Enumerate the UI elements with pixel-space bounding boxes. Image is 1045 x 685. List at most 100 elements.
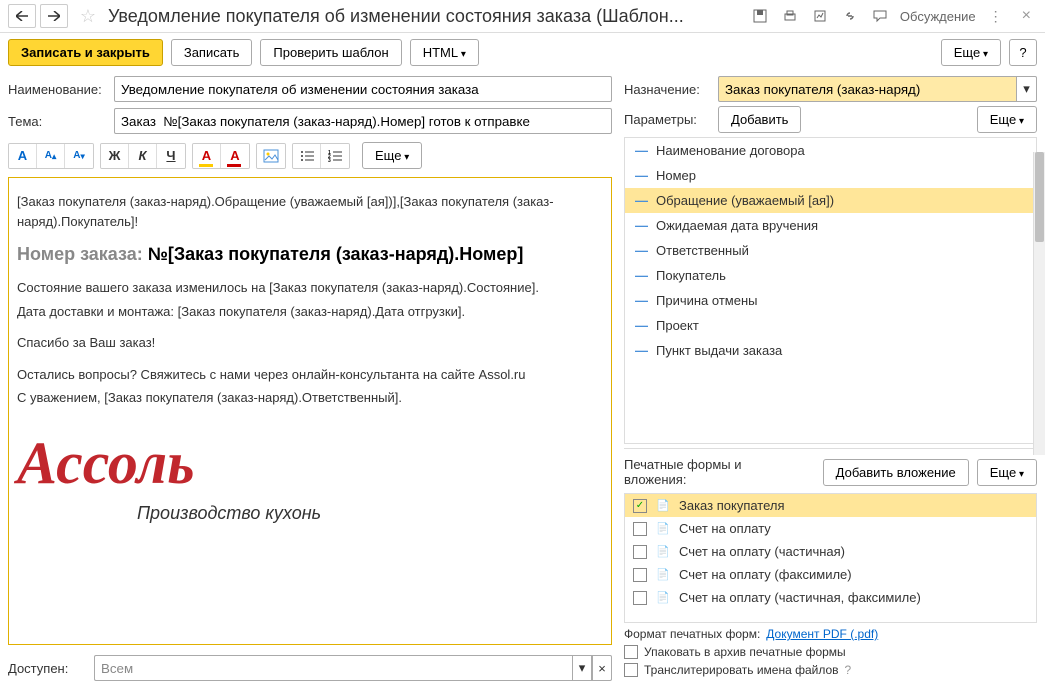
access-dropdown-button[interactable]: ▾ bbox=[572, 655, 592, 681]
editor-delivery: Дата доставки и монтажа: [Заказ покупате… bbox=[17, 302, 603, 322]
param-item[interactable]: — Ответственный bbox=[625, 238, 1036, 263]
param-item[interactable]: — Обращение (уважаемый [ая]) bbox=[625, 188, 1036, 213]
attachment-name: Заказ покупателя bbox=[679, 498, 785, 513]
param-dash-icon: — bbox=[635, 193, 648, 208]
archive-checkbox[interactable] bbox=[624, 645, 638, 659]
subject-input[interactable] bbox=[114, 108, 612, 134]
attach-label: Печатные формы и вложения: bbox=[624, 457, 807, 487]
attach-more-button[interactable]: Еще bbox=[977, 459, 1037, 486]
param-list[interactable]: —Наименование договора—Номер—Обращение (… bbox=[624, 137, 1037, 444]
attachment-item[interactable]: 📄 Счет на оплату (частичная, факсимиле) bbox=[625, 586, 1036, 609]
document-icon: 📄 bbox=[655, 591, 671, 605]
window-title: Уведомление покупателя об изменении сост… bbox=[108, 6, 746, 27]
param-item[interactable]: —Причина отмены bbox=[625, 288, 1036, 313]
editor-greeting: [Заказ покупателя (заказ-наряд).Обращени… bbox=[17, 192, 603, 231]
editor-thanks: Спасибо за Ваш заказ! bbox=[17, 333, 603, 353]
param-item[interactable]: —Пункт выдачи заказа bbox=[625, 338, 1036, 363]
param-item[interactable]: —Наименование договора bbox=[625, 138, 1036, 163]
print-icon[interactable] bbox=[780, 7, 800, 25]
underline-button[interactable]: Ч bbox=[157, 144, 185, 168]
translit-checkbox[interactable] bbox=[624, 663, 638, 677]
param-dash-icon: — bbox=[635, 318, 648, 333]
menu-dots-icon[interactable]: ⋮ bbox=[986, 7, 1006, 25]
document-icon: 📄 bbox=[655, 568, 671, 582]
name-input[interactable] bbox=[114, 76, 612, 102]
attachment-name: Счет на оплату (частичная) bbox=[679, 544, 845, 559]
attachment-item[interactable]: 📄Счет на оплату bbox=[625, 517, 1036, 540]
param-dash-icon: — bbox=[635, 293, 648, 308]
param-dash-icon: — bbox=[635, 243, 648, 258]
window-header: ☆ Уведомление покупателя об изменении со… bbox=[0, 0, 1045, 33]
access-clear-button[interactable]: × bbox=[592, 655, 612, 681]
archive-label: Упаковать в архив печатные формы bbox=[644, 645, 846, 659]
link-icon[interactable] bbox=[840, 7, 860, 25]
add-param-button[interactable]: Добавить bbox=[718, 106, 801, 133]
bold-button[interactable]: Ж bbox=[101, 144, 129, 168]
param-item-label: Наименование договора bbox=[656, 143, 805, 158]
close-button[interactable]: × bbox=[1016, 7, 1037, 25]
save-close-button[interactable]: Записать и закрыть bbox=[8, 39, 163, 66]
attachment-list[interactable]: ✓📄Заказ покупателя📄Счет на оплату📄Счет н… bbox=[624, 493, 1037, 623]
purpose-input[interactable] bbox=[718, 76, 1017, 102]
italic-button[interactable]: К bbox=[129, 144, 157, 168]
name-label: Наименование: bbox=[8, 82, 108, 97]
attachment-item[interactable]: 📄Счет на оплату (факсимиле) bbox=[625, 563, 1036, 586]
attachment-item[interactable]: 📄Счет на оплату (частичная) bbox=[625, 540, 1036, 563]
params-more-button[interactable]: Еще bbox=[977, 106, 1037, 133]
bullet-list-button[interactable] bbox=[293, 144, 321, 168]
purpose-label: Назначение: bbox=[624, 82, 712, 97]
param-item[interactable]: —Ожидаемая дата вручения bbox=[625, 213, 1036, 238]
editor-body[interactable]: [Заказ покупателя (заказ-наряд).Обращени… bbox=[8, 177, 612, 645]
attachment-checkbox[interactable] bbox=[633, 568, 647, 582]
save-icon[interactable] bbox=[750, 7, 770, 25]
attachment-checkbox[interactable] bbox=[633, 591, 647, 605]
check-template-button[interactable]: Проверить шаблон bbox=[260, 39, 401, 66]
access-input[interactable] bbox=[94, 655, 572, 681]
param-item-label: Номер bbox=[656, 168, 696, 183]
param-item-label: Покупатель bbox=[656, 268, 726, 283]
text-color-button[interactable]: A bbox=[221, 144, 249, 168]
param-scrollbar[interactable] bbox=[1033, 152, 1045, 455]
more-button[interactable]: Еще bbox=[941, 39, 1001, 66]
nav-forward-button[interactable] bbox=[40, 4, 68, 28]
discuss-label[interactable]: Обсуждение bbox=[900, 9, 976, 24]
params-label: Параметры: bbox=[624, 112, 712, 127]
attachment-item[interactable]: ✓ 📄 Заказ покупателя bbox=[625, 494, 1036, 517]
editor-logo: Ассоль Производство кухонь bbox=[17, 418, 603, 527]
font-smaller-button[interactable]: A▾ bbox=[65, 144, 93, 168]
editor-questions: Остались вопросы? Свяжитесь с нами через… bbox=[17, 365, 603, 385]
attachment-name: Счет на оплату (частичная, факсимиле) bbox=[679, 590, 921, 605]
report-icon[interactable] bbox=[810, 7, 830, 25]
param-item[interactable]: —Номер bbox=[625, 163, 1036, 188]
attachment-checkbox[interactable] bbox=[633, 545, 647, 559]
param-item-label: Ответственный bbox=[656, 243, 749, 258]
help-button[interactable]: ? bbox=[1009, 39, 1037, 66]
format-more-button[interactable]: Еще bbox=[362, 142, 422, 169]
translit-help-icon[interactable]: ? bbox=[845, 663, 852, 677]
param-item[interactable]: — Покупатель bbox=[625, 263, 1036, 288]
html-button[interactable]: HTML bbox=[410, 39, 479, 66]
favorite-star-icon[interactable]: ☆ bbox=[78, 6, 98, 26]
save-button[interactable]: Записать bbox=[171, 39, 253, 66]
param-item-label: Пункт выдачи заказа bbox=[656, 343, 782, 358]
nav-back-button[interactable] bbox=[8, 4, 36, 28]
param-item[interactable]: —Проект bbox=[625, 313, 1036, 338]
param-item-label: Обращение (уважаемый [ая]) bbox=[656, 193, 834, 208]
number-list-button[interactable]: 123 bbox=[321, 144, 349, 168]
subject-label: Тема: bbox=[8, 114, 108, 129]
attachment-checkbox[interactable]: ✓ bbox=[633, 499, 647, 513]
insert-image-button[interactable] bbox=[257, 144, 285, 168]
purpose-dropdown-button[interactable]: ▾ bbox=[1017, 76, 1037, 102]
editor-regards: С уважением, [Заказ покупателя (заказ-на… bbox=[17, 388, 603, 408]
param-dash-icon: — bbox=[635, 268, 648, 283]
font-normal-button[interactable]: A bbox=[9, 144, 37, 168]
highlight-button[interactable]: A bbox=[193, 144, 221, 168]
editor-state: Состояние вашего заказа изменилось на [З… bbox=[17, 278, 603, 298]
attachment-checkbox[interactable] bbox=[633, 522, 647, 536]
document-icon: 📄 bbox=[655, 499, 671, 513]
discuss-icon[interactable] bbox=[870, 7, 890, 25]
add-attachment-button[interactable]: Добавить вложение bbox=[823, 459, 969, 486]
param-dash-icon: — bbox=[635, 218, 648, 233]
print-format-link[interactable]: Документ PDF (.pdf) bbox=[766, 627, 878, 641]
font-larger-button[interactable]: A▴ bbox=[37, 144, 65, 168]
